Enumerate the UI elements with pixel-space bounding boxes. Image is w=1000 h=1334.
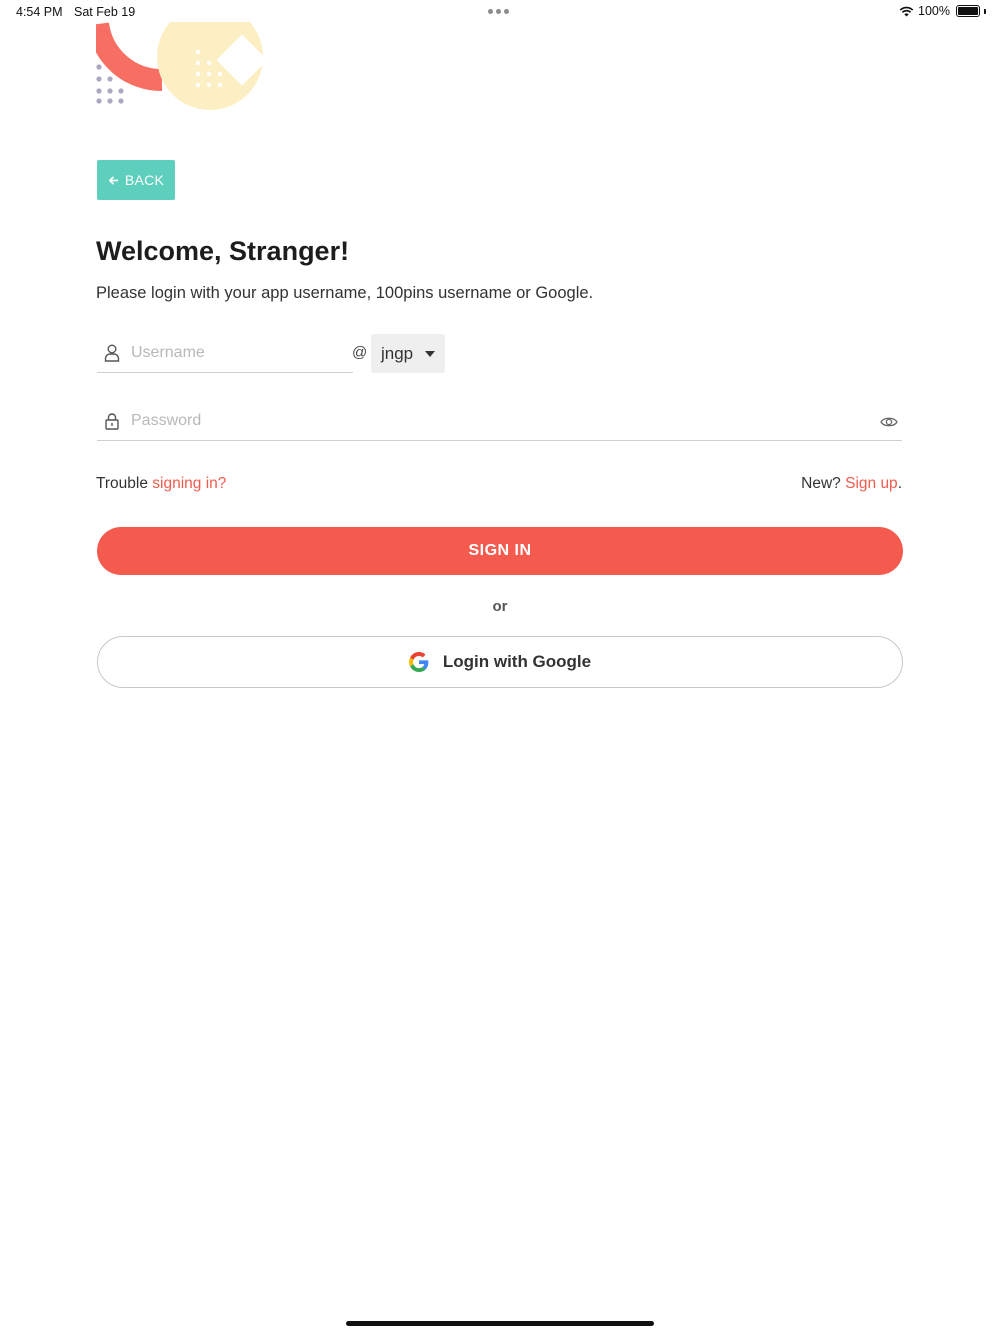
new-prefix: New? xyxy=(801,475,846,492)
domain-select[interactable]: jngp xyxy=(371,334,445,373)
password-field xyxy=(97,401,902,441)
or-divider: or xyxy=(492,598,508,615)
username-input[interactable] xyxy=(129,343,333,363)
domain-selected-value: jngp xyxy=(381,343,414,363)
multitasking-dots-icon[interactable] xyxy=(488,9,509,14)
arrow-left-icon xyxy=(108,175,118,185)
new-account: New? Sign up. xyxy=(801,475,902,493)
lock-icon xyxy=(101,410,123,432)
sign-up-link[interactable]: Sign up xyxy=(845,475,898,492)
page-title: Welcome, Stranger! xyxy=(96,236,350,266)
trouble-prefix: Trouble xyxy=(96,475,153,492)
status-bar: 4:54 PM Sat Feb 19 100% xyxy=(0,0,1000,24)
home-indicator[interactable] xyxy=(346,1321,654,1326)
username-field xyxy=(97,334,353,373)
password-input[interactable] xyxy=(129,410,833,431)
page-subtitle: Please login with your app username, 100… xyxy=(96,284,594,302)
signing-in-link[interactable]: signing in? xyxy=(152,475,226,492)
google-button-label: Login with Google xyxy=(442,652,592,671)
back-button-label: BACK xyxy=(124,172,165,188)
google-icon xyxy=(408,652,429,672)
status-time: 4:54 PM xyxy=(16,5,63,19)
battery-icon xyxy=(956,5,980,17)
at-sign: @ xyxy=(352,344,368,361)
battery-percent: 100% xyxy=(918,4,950,18)
back-button[interactable]: BACK xyxy=(97,160,175,200)
status-date: Sat Feb 19 xyxy=(74,5,136,19)
sign-in-button[interactable]: SIGN IN xyxy=(97,527,903,575)
sign-in-label: SIGN IN xyxy=(468,542,532,559)
user-icon xyxy=(101,342,123,364)
decorative-shapes-illustration xyxy=(96,22,266,110)
wifi-icon xyxy=(899,6,914,16)
show-password-eye-icon[interactable] xyxy=(880,413,898,431)
status-right: 100% xyxy=(899,4,986,18)
trouble-signing-in: Trouble signing in? xyxy=(96,475,226,493)
caret-down-icon xyxy=(425,350,436,357)
sign-up-suffix: . xyxy=(897,475,902,492)
login-with-google-button[interactable]: Login with Google xyxy=(97,636,903,688)
